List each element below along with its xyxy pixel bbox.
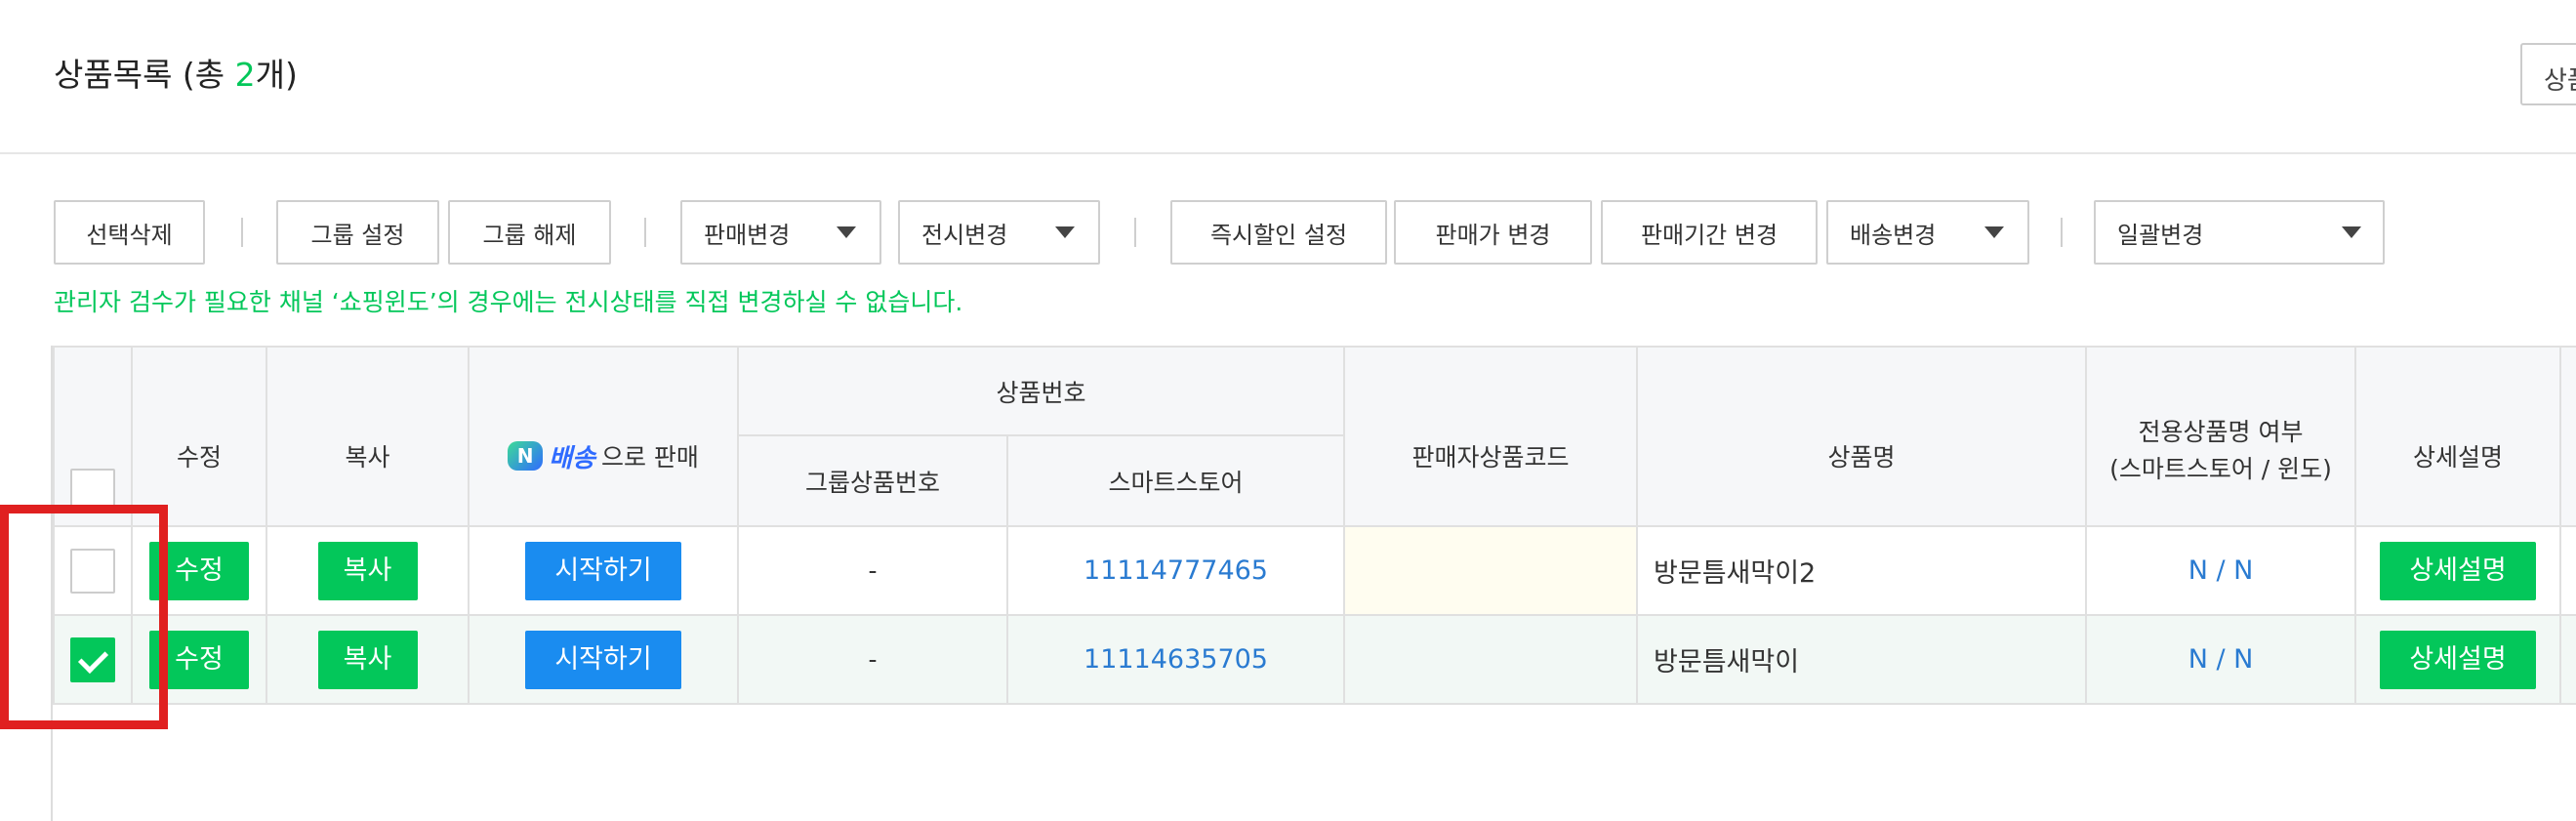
detail-button[interactable]: 상세설명 [2380,630,2537,689]
smartstore-header: 스마트스토어 [1005,434,1346,527]
exclusive-name-link[interactable]: N / N [2085,525,2357,616]
group-set-button[interactable]: 그룹 설정 [276,200,439,265]
toolbar-divider [241,218,243,247]
price-change-label: 판매가 변경 [1435,221,1551,249]
title-prefix: 상품목록 (총 [54,56,235,94]
detail-header: 상세설명 [2354,346,2562,527]
detail-button[interactable]: 상세설명 [2380,541,2537,600]
copy-button[interactable]: 복사 [317,541,418,600]
copy-cell: 복사 [266,614,470,705]
price-change-button[interactable]: 판매가 변경 [1394,200,1592,265]
detail-cell: 상세설명 [2354,525,2562,616]
product-number-header: 상품번호 [736,346,1346,436]
instant-discount-label: 즉시할인 설정 [1209,221,1348,249]
bulk-change-label: 일괄변경 [2117,221,2204,249]
naver-delivery-cell: 시작하기 [468,525,739,616]
product-count: 2 [234,56,256,94]
exclusive-name-header-line1: 전용상품명 여부 [2138,418,2304,446]
caret-down-icon [2342,226,2361,238]
display-change-dropdown[interactable]: 전시변경 [898,200,1100,265]
sale-change-label: 판매변경 [704,221,791,249]
start-button[interactable]: 시작하기 [525,630,681,689]
naver-delivery-logo: N 배송 으로 판매 [508,438,699,474]
extra-cell [2559,614,2576,705]
sale-change-dropdown[interactable]: 판매변경 [680,200,881,265]
group-set-label: 그룹 설정 [310,221,405,249]
copy-cell: 복사 [266,525,470,616]
product-table: 수정 복사 N 배송 으로 판매 상품번호 판매자상품코드 상품명 전용상품명 … [53,346,2576,705]
naver-delivery-cell: 시작하기 [468,614,739,705]
edit-header: 수정 [131,346,267,527]
extra-cell [2559,525,2576,616]
seller-code-cell [1343,614,1639,705]
exclusive-name-link[interactable]: N / N [2085,614,2357,705]
product-name-cell: 방문틈새막이2 [1636,525,2088,616]
toolbar-divider [644,218,646,247]
copy-header: 복사 [266,346,470,527]
select-all-header [53,346,133,527]
page-title: 상품목록 (총 2개) [54,49,298,96]
group-unset-label: 그룹 해제 [482,221,577,249]
shipping-change-label: 배송변경 [1850,221,1937,249]
instant-discount-button[interactable]: 즉시할인 설정 [1170,200,1387,265]
product-name-cell: 방문틈새막이 [1636,614,2088,705]
title-suffix: 개) [255,56,298,94]
product-name-header: 상품명 [1636,346,2088,527]
caret-down-icon [837,226,856,238]
group-product-number-header: 그룹상품번호 [737,434,1008,527]
group-number-cell: - [737,525,1008,616]
extra-header [2559,346,2576,527]
smartstore-number-link[interactable]: 11114777465 [1005,525,1346,616]
annotation-highlight-box [0,505,168,729]
seller-code-header: 판매자상품코드 [1343,346,1639,527]
detail-cell: 상세설명 [2354,614,2562,705]
naver-delivery-brand: 배송 [549,443,595,473]
sale-period-change-button[interactable]: 판매기간 변경 [1601,200,1818,265]
shipping-change-dropdown[interactable]: 배송변경 [1826,200,2029,265]
exclusive-name-header-line2: (스마트스토어 / 윈도) [2109,455,2332,483]
copy-button[interactable]: 복사 [317,630,418,689]
toolbar-divider [1134,218,1136,247]
header-right-button[interactable]: 상품 [2520,43,2576,105]
product-table-container: 수정 복사 N 배송 으로 판매 상품번호 판매자상품코드 상품명 전용상품명 … [51,346,2576,821]
display-status-notice: 관리자 검수가 필요한 채널 ‘쇼핑윈도’의 경우에는 전시상태를 직접 변경하… [54,288,963,316]
table-row: 수정 복사 시작하기 - 11114777465 방문틈새막이2 N / N 상… [53,525,2576,616]
delete-selected-button[interactable]: 선택삭제 [54,200,205,265]
delete-selected-label: 선택삭제 [86,221,173,249]
display-change-label: 전시변경 [921,221,1008,249]
naver-delivery-suffix: 으로 판매 [600,443,699,472]
sale-period-change-label: 판매기간 변경 [1640,221,1779,249]
group-unset-button[interactable]: 그룹 해제 [448,200,611,265]
naver-delivery-header: N 배송 으로 판매 [468,346,739,527]
start-button[interactable]: 시작하기 [525,541,681,600]
group-number-cell: - [737,614,1008,705]
exclusive-name-header: 전용상품명 여부 (스마트스토어 / 윈도) [2085,346,2357,527]
seller-code-cell [1343,525,1639,616]
caret-down-icon [1984,226,2004,238]
smartstore-number-link[interactable]: 11114635705 [1005,614,1346,705]
bulk-change-select[interactable]: 일괄변경 [2094,200,2385,265]
naver-n-icon: N [508,441,544,471]
caret-down-icon [1055,226,1075,238]
table-row: 수정 복사 시작하기 - 11114635705 방문틈새막이 N / N 상세… [53,614,2576,705]
toolbar-divider [2061,218,2063,247]
page-header: 상품목록 (총 2개) 상품 [0,0,2576,154]
